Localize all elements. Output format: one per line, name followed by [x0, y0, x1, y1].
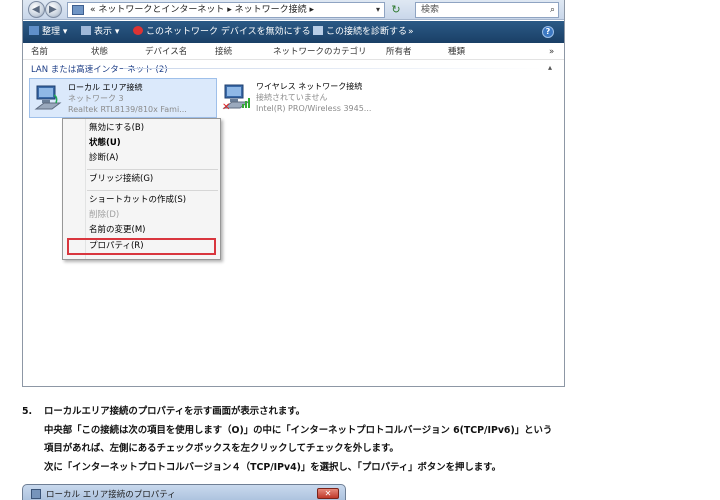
diagnose-icon — [313, 26, 323, 35]
column-type[interactable]: 種類 — [448, 45, 465, 60]
list-item-wireless-connection[interactable]: ✕ ワイヤレス ネットワーク接続 接続されていません Intel(R) PRO/… — [218, 78, 388, 118]
refresh-button[interactable]: ↻ — [388, 3, 404, 17]
wireless-adapter-icon: ✕ — [222, 84, 250, 110]
item-name: ローカル エリア接続 — [68, 83, 143, 92]
network-connection-icon — [31, 489, 41, 499]
command-toolbar: 整理 ▾ 表示 ▾ このネットワーク デバイスを無効にする この接続を診断する … — [23, 21, 564, 43]
forward-arrow-icon: ▶ — [49, 4, 57, 15]
menu-item-disable[interactable]: 無効にする(B) — [89, 123, 144, 134]
menu-item-diagnose[interactable]: 診断(A) — [89, 153, 118, 164]
back-arrow-icon: ◀ — [32, 4, 40, 15]
group-collapse-icon[interactable]: ▴ — [548, 63, 552, 72]
organize-icon — [29, 26, 39, 35]
context-menu: 無効にする(B) 状態(U) 診断(A) ブリッジ接続(G) ショートカットの作… — [62, 118, 221, 260]
item-status: 接続されていません — [256, 93, 328, 102]
column-overflow[interactable]: » — [549, 45, 554, 60]
menu-item-rename[interactable]: 名前の変更(M) — [89, 225, 145, 236]
column-device-name[interactable]: デバイス名 — [145, 45, 187, 60]
group-divider — [123, 68, 543, 69]
instruction-line-3: 項目があれば、左側にあるチェックボックスを左クリックしてチェックを外します。 — [44, 443, 399, 454]
column-connection[interactable]: 接続 — [215, 45, 232, 60]
views-icon — [81, 26, 91, 35]
diagnose-label: この接続を診断する — [326, 27, 408, 37]
disable-device-label: このネットワーク デバイスを無効にする — [146, 27, 311, 37]
search-placeholder: 検索 — [421, 5, 440, 15]
diagnose-button[interactable]: この接続を診断する — [313, 25, 407, 39]
column-network-category[interactable]: ネットワークのカテゴリ — [273, 45, 367, 60]
organize-button[interactable]: 整理 ▾ — [29, 25, 67, 39]
item-device: Intel(R) PRO/Wireless 3945... — [256, 104, 372, 113]
menu-item-status[interactable]: 状態(U) — [89, 138, 121, 149]
organize-label: 整理 ▾ — [42, 27, 68, 37]
column-owner[interactable]: 所有者 — [386, 45, 412, 60]
step-number: 5. — [22, 406, 33, 417]
item-text: ワイヤレス ネットワーク接続 接続されていません Intel(R) PRO/Wi… — [256, 81, 371, 114]
address-dropdown-icon[interactable]: ▾ — [376, 3, 380, 17]
back-button[interactable]: ◀ — [28, 1, 45, 18]
column-status[interactable]: 状態 — [91, 45, 108, 60]
instruction-line-1: ローカルエリア接続のプロパティを示す画面が表示されます。 — [44, 406, 306, 417]
menu-item-delete: 削除(D) — [89, 210, 120, 220]
network-folder-icon — [72, 5, 84, 15]
search-icon[interactable]: ⌕ — [550, 3, 555, 17]
group-header[interactable]: LAN または高速インターネット (2) — [31, 63, 168, 75]
address-box[interactable]: « ネットワークとインターネット ▸ ネットワーク接続 ▸ ▾ — [67, 2, 385, 18]
menu-separator — [87, 169, 218, 170]
menu-item-create-shortcut[interactable]: ショートカットの作成(S) — [89, 195, 186, 206]
item-status: ネットワーク 3 — [68, 94, 124, 103]
address-bar-row: ◀ ▶ « ネットワークとインターネット ▸ ネットワーク接続 ▸ ▾ ↻ 検索… — [23, 0, 564, 20]
list-item-local-area-connection[interactable]: ローカル エリア接続 ネットワーク 3 Realtek RTL8139/810x… — [29, 78, 217, 118]
forward-button[interactable]: ▶ — [45, 1, 62, 18]
help-icon[interactable]: ? — [542, 26, 554, 38]
toolbar-overflow-button[interactable]: » — [408, 25, 414, 39]
item-name: ワイヤレス ネットワーク接続 — [256, 82, 363, 91]
instruction-line-2: 中央部「この接続は次の項目を使用します（O)」の中に「インターネットプロトコルバ… — [44, 424, 553, 436]
network-adapter-icon — [34, 85, 62, 110]
item-text: ローカル エリア接続 ネットワーク 3 Realtek RTL8139/810x… — [68, 82, 187, 115]
views-button[interactable]: 表示 ▾ — [81, 25, 119, 39]
svg-text:✕: ✕ — [222, 102, 230, 110]
disable-icon — [133, 26, 143, 35]
explorer-window: ◀ ▶ « ネットワークとインターネット ▸ ネットワーク接続 ▸ ▾ ↻ 検索… — [22, 0, 565, 387]
menu-item-bridge[interactable]: ブリッジ接続(G) — [89, 174, 153, 185]
dialog-title: ローカル エリア接続のプロパティ — [46, 490, 176, 500]
breadcrumb[interactable]: « ネットワークとインターネット ▸ ネットワーク接続 ▸ — [90, 5, 314, 15]
column-header-row: 名前 状態 デバイス名 接続 ネットワークのカテゴリ 所有者 種類 » — [23, 45, 564, 60]
properties-dialog: ローカル エリア接続のプロパティ ✕ — [22, 484, 346, 500]
search-input[interactable]: 検索 ⌕ — [415, 2, 559, 18]
menu-item-properties[interactable]: プロパティ(R) — [89, 241, 144, 252]
instruction-line-4: 次に「インターネットプロトコルバージョン４（TCP/IPv4)」を選択し、「プロ… — [44, 461, 501, 473]
views-label: 表示 ▾ — [94, 27, 120, 37]
item-device: Realtek RTL8139/810x Fami... — [68, 105, 187, 114]
close-button[interactable]: ✕ — [317, 488, 339, 499]
disable-device-button[interactable]: このネットワーク デバイスを無効にする — [133, 25, 311, 39]
column-name[interactable]: 名前 — [31, 45, 48, 60]
menu-separator — [87, 190, 218, 191]
